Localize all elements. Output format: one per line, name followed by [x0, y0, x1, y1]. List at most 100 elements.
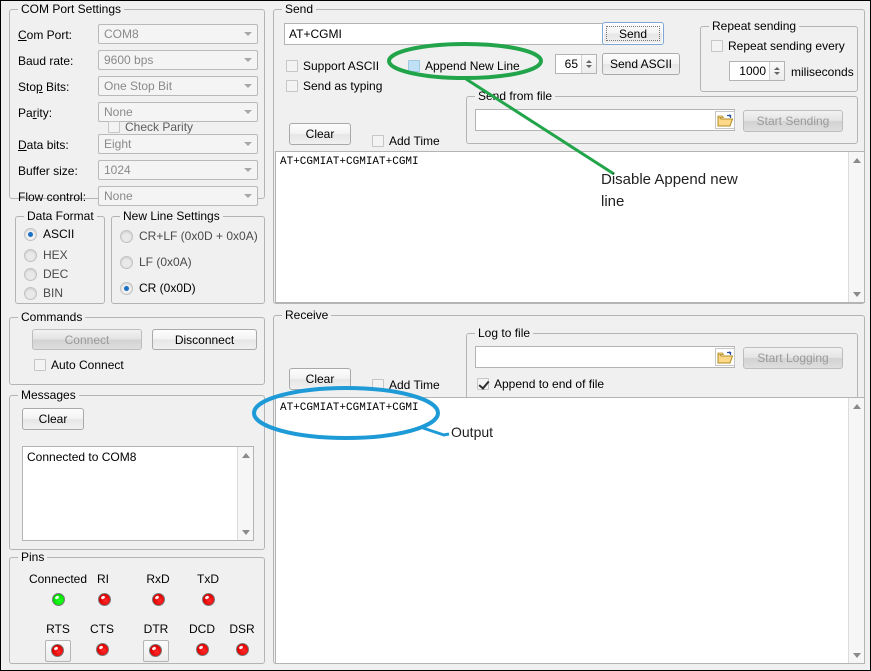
- parity-label: Parity:: [18, 106, 52, 120]
- com-port-select[interactable]: COM8: [98, 24, 258, 44]
- chevron-down-icon: [239, 161, 257, 179]
- data-bits-select[interactable]: Eight: [98, 134, 258, 154]
- send-title: Send: [282, 2, 316, 16]
- auto-connect-label: Auto Connect: [51, 358, 124, 372]
- send-clear-button[interactable]: Clear: [289, 123, 351, 145]
- baud-rate-select[interactable]: 9600 bps: [98, 50, 258, 70]
- support-ascii-checkbox[interactable]: Support ASCII: [286, 59, 379, 73]
- repeat-interval-spinner[interactable]: 1000: [729, 61, 785, 81]
- pin-led-txd: [202, 593, 215, 606]
- send-add-time-checkbox[interactable]: Add Time: [372, 134, 440, 148]
- messages-log-textarea[interactable]: Connected to COM8: [22, 446, 254, 541]
- messages-title: Messages: [18, 388, 79, 402]
- send-as-typing-checkbox[interactable]: Send as typing: [286, 79, 382, 93]
- auto-connect-checkbox[interactable]: Auto Connect: [34, 358, 124, 372]
- start-logging-button[interactable]: Start Logging: [743, 347, 843, 369]
- scroll-down-icon[interactable]: [849, 286, 865, 302]
- ascii-code-spinner[interactable]: 65: [555, 54, 597, 74]
- check-parity-checkbox[interactable]: Check Parity: [108, 120, 193, 134]
- messages-group: Messages Clear Connected to COM8: [9, 395, 265, 550]
- scroll-up-icon[interactable]: [238, 447, 254, 463]
- radio-newline-crlf[interactable]: CR+LF (0x0D + 0x0A): [120, 229, 258, 243]
- start-logging-label: Start Logging: [757, 351, 828, 365]
- append-end-of-file-checkbox[interactable]: Append to end of file: [477, 377, 604, 391]
- parity-value: None: [104, 105, 133, 119]
- disconnect-button[interactable]: Disconnect: [152, 329, 257, 350]
- radio-data-format-dec[interactable]: DEC: [24, 267, 68, 281]
- receive-add-time-label: Add Time: [389, 378, 440, 392]
- baud-rate-value: 9600 bps: [104, 53, 153, 67]
- green-annotation-text: Disable Append new line: [601, 169, 761, 213]
- repeat-sending-checkbox[interactable]: Repeat sending every: [711, 39, 845, 53]
- log-to-file-title: Log to file: [475, 326, 533, 340]
- pin-label-dcd: DCD: [182, 622, 222, 636]
- radio-label: LF (0x0A): [139, 255, 192, 269]
- data-bits-label: Data bits:: [18, 138, 69, 152]
- spinner-arrows[interactable]: [581, 55, 596, 73]
- messages-clear-label: Clear: [39, 412, 68, 426]
- pin-led-ri: [98, 593, 111, 606]
- buffer-size-select[interactable]: 1024: [98, 160, 258, 180]
- send-ascii-button[interactable]: Send ASCII: [602, 53, 680, 75]
- pin-led-dsr: [236, 643, 249, 656]
- send-output-scrollbar[interactable]: [848, 152, 864, 302]
- log-to-file-group: Log to file Start Logging Append to end …: [466, 333, 858, 399]
- radio-newline-cr[interactable]: CR (0x0D): [120, 281, 196, 295]
- disconnect-label: Disconnect: [175, 333, 234, 347]
- send-add-time-label: Add Time: [389, 134, 440, 148]
- stop-bits-select[interactable]: One Stop Bit: [98, 76, 258, 96]
- receive-output-textarea[interactable]: AT+CGMIAT+CGMIAT+CGMI: [275, 397, 865, 664]
- start-sending-button[interactable]: Start Sending: [743, 110, 843, 132]
- check-parity-label: Check Parity: [125, 120, 193, 134]
- send-command-value: AT+CGMI: [289, 27, 342, 41]
- log-file-path-input[interactable]: [475, 346, 735, 368]
- baud-rate-label: Baud rate:: [18, 54, 73, 68]
- messages-clear-button[interactable]: Clear: [22, 408, 84, 430]
- messages-log-text: Connected to COM8: [27, 450, 235, 464]
- parity-select[interactable]: None: [98, 102, 258, 122]
- scroll-down-icon[interactable]: [238, 524, 254, 540]
- radio-ring: [24, 268, 37, 281]
- data-format-group: Data Format ASCII HEX DEC BIN: [15, 216, 105, 304]
- receive-add-time-checkbox[interactable]: Add Time: [372, 378, 440, 392]
- scroll-up-icon[interactable]: [849, 152, 865, 168]
- scroll-down-icon[interactable]: [849, 647, 865, 663]
- pin-toggle-dtr[interactable]: [143, 640, 169, 662]
- open-folder-icon[interactable]: [715, 348, 735, 366]
- spinner-arrows[interactable]: [769, 62, 784, 80]
- radio-data-format-ascii[interactable]: ASCII: [24, 227, 74, 241]
- repeat-unit-label: miliseconds: [791, 65, 854, 79]
- pin-led-rxd: [152, 593, 165, 606]
- chevron-down-icon: [239, 135, 257, 153]
- messages-scrollbar[interactable]: [237, 447, 253, 540]
- pin-label-cts: CTS: [82, 622, 122, 636]
- send-clear-label: Clear: [306, 127, 335, 141]
- commands-title: Commands: [18, 310, 85, 324]
- scroll-up-icon[interactable]: [849, 398, 865, 414]
- send-button[interactable]: Send: [602, 22, 664, 45]
- pin-label-rxd: RxD: [138, 572, 178, 586]
- connect-button[interactable]: Connect: [32, 329, 142, 350]
- open-folder-icon[interactable]: [715, 111, 735, 129]
- radio-ring: [120, 230, 133, 243]
- pin-toggle-rts[interactable]: [45, 640, 71, 662]
- pin-led-cts: [96, 643, 109, 656]
- radio-ring: [120, 282, 133, 295]
- radio-newline-lf[interactable]: LF (0x0A): [120, 255, 192, 269]
- receive-clear-label: Clear: [306, 372, 335, 386]
- pin-label-dtr: DTR: [136, 622, 176, 636]
- radio-data-format-bin[interactable]: BIN: [24, 286, 63, 300]
- send-file-path-input[interactable]: [475, 109, 735, 131]
- com-port-settings-group: COM Port Settings Com Port: COM8 Baud ra…: [9, 9, 265, 199]
- append-new-line-checkbox[interactable]: Append New Line: [408, 59, 520, 73]
- checkbox-box: [34, 359, 46, 371]
- receive-output-scrollbar[interactable]: [848, 398, 864, 663]
- flow-control-select[interactable]: None: [98, 186, 258, 206]
- send-from-file-group: Send from file Start Sending: [466, 96, 858, 144]
- receive-clear-button[interactable]: Clear: [289, 368, 351, 390]
- radio-data-format-hex[interactable]: HEX: [24, 248, 68, 262]
- checkbox-box: [286, 60, 298, 72]
- send-command-input[interactable]: AT+CGMI: [284, 23, 604, 45]
- repeat-interval-value: 1000: [730, 64, 769, 78]
- send-output-textarea[interactable]: AT+CGMIAT+CGMIAT+CGMI: [275, 151, 865, 303]
